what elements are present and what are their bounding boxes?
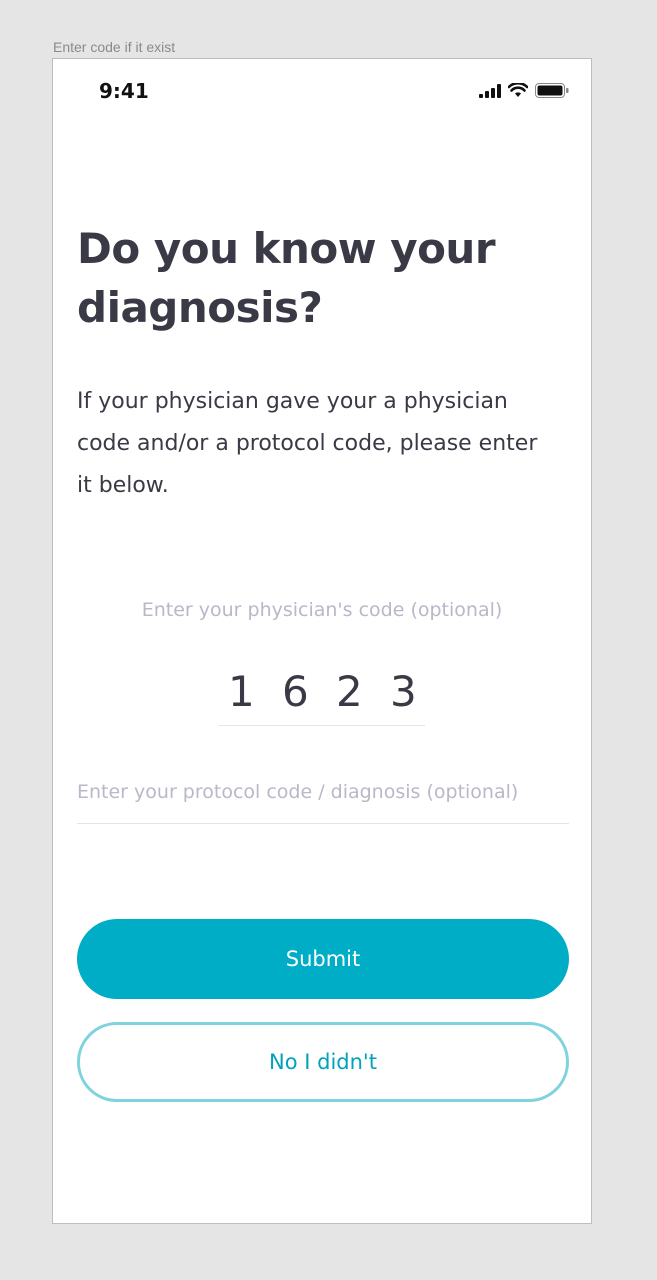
code-digit-4: 3 <box>390 666 417 716</box>
instructions-text: If your physician gave your a physician … <box>77 389 538 498</box>
no-diagnosis-button[interactable]: No I didn't <box>77 1022 569 1102</box>
cellular-signal-icon <box>479 83 501 98</box>
phone-screen: 9:41 Do you know your diagnosis? If your… <box>52 58 592 1224</box>
submit-button[interactable]: Submit <box>77 919 569 999</box>
code-digit-2: 6 <box>282 666 309 716</box>
status-bar: 9:41 <box>53 59 591 125</box>
page-title: Do you know your diagnosis? <box>77 224 496 332</box>
physician-code-label: Enter your physician's code (optional) <box>141 599 503 621</box>
protocol-code-input[interactable] <box>77 761 569 824</box>
status-icons <box>479 83 569 98</box>
battery-icon <box>535 83 569 98</box>
physician-code-input[interactable]: 1 6 2 3 <box>219 657 425 726</box>
status-time: 9:41 <box>99 79 149 103</box>
code-digit-1: 1 <box>228 666 255 716</box>
wifi-icon <box>508 83 528 98</box>
design-canvas: Enter code if it exist 9:41 Do you know … <box>0 0 657 1280</box>
frame-label: Enter code if it exist <box>53 39 176 55</box>
code-digit-3: 2 <box>336 666 363 716</box>
